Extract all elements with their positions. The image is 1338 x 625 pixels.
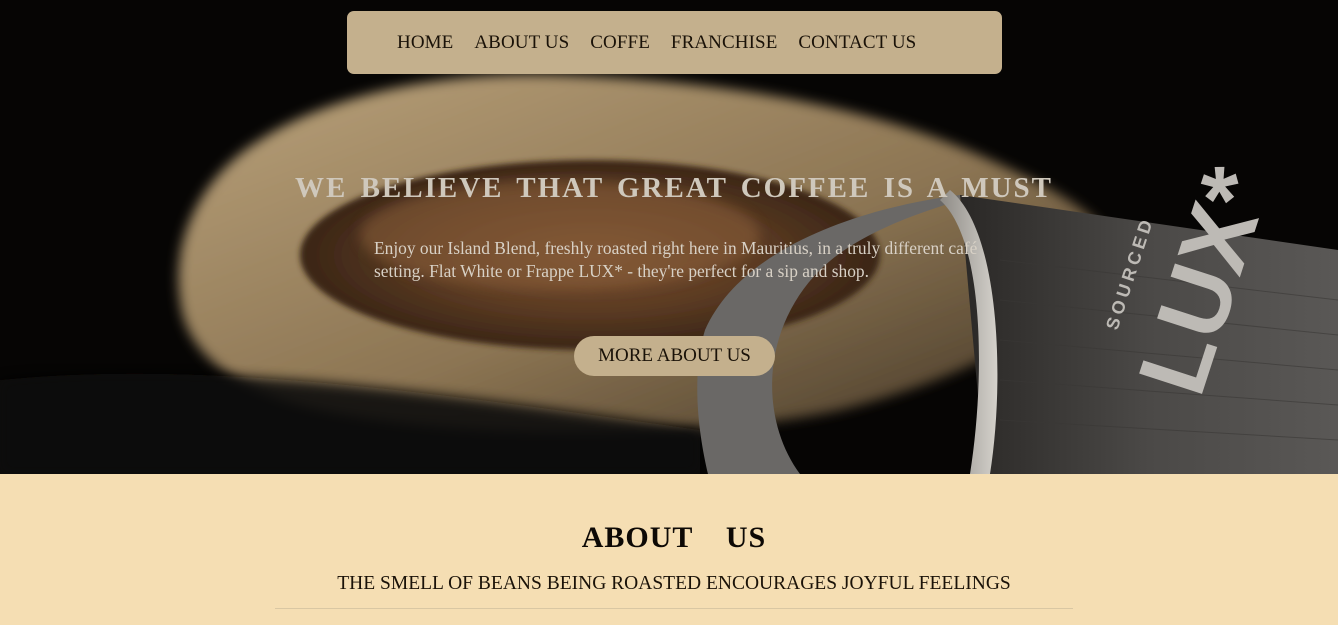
nav-item-home[interactable]: HOME <box>397 32 453 54</box>
section-divider <box>275 608 1073 609</box>
nav-item-contact-us[interactable]: CONTACT US <box>798 32 916 54</box>
nav-item-coffe[interactable]: COFFE <box>590 32 650 54</box>
hero-description: Enjoy our Island Blend, freshly roasted … <box>374 238 978 281</box>
main-navigation: HOME ABOUT US COFFE FRANCHISE CONTACT US <box>347 11 1002 74</box>
about-title: ABOUT US <box>581 521 767 554</box>
hero-section: LUX* SOURCED HOME ABOUT US COFFE FRANCHI… <box>0 0 1338 474</box>
about-section: ABOUT US THE SMELL OF BEANS BEING ROASTE… <box>0 474 1338 625</box>
hero-title: WE BELIEVE THAT GREAT COFFEE IS A MUST <box>294 172 1054 204</box>
nav-item-franchise[interactable]: FRANCHISE <box>671 32 777 54</box>
nav-item-about-us[interactable]: ABOUT US <box>474 32 569 54</box>
about-subtitle: THE SMELL OF BEANS BEING ROASTED ENCOURA… <box>337 573 1011 594</box>
more-about-us-button[interactable]: MORE ABOUT US <box>574 336 775 376</box>
